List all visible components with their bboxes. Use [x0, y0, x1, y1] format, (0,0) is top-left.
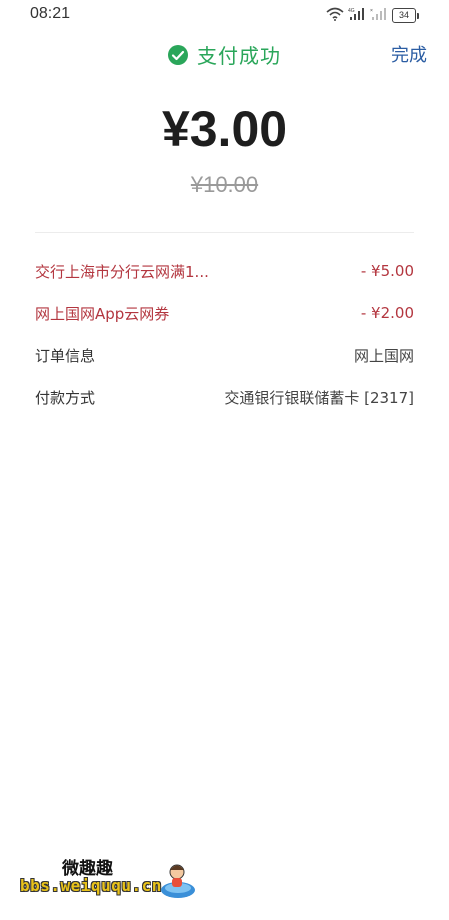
svg-text:×: ×: [370, 8, 373, 14]
detail-value: - ¥2.00: [360, 304, 414, 322]
done-button[interactable]: 完成: [391, 41, 427, 67]
detail-label: 订单信息: [35, 346, 96, 365]
detail-label: 网上国网App云网券: [35, 304, 170, 323]
signal-4g-icon: 4G: [348, 6, 366, 25]
page-title: 支付成功: [167, 40, 281, 69]
original-amount: ¥10.00: [190, 172, 259, 197]
status-icons: 4G × 34: [326, 6, 419, 25]
status-time: 08:21: [30, 5, 71, 22]
battery-icon: 34: [392, 8, 419, 23]
watermark: 微趣趣 bbs.weiququ.cn: [20, 854, 200, 904]
detail-label: 交行上海市分行云网满1...: [35, 262, 209, 281]
watermark-mascot-icon: [158, 858, 198, 900]
detail-label: 付款方式: [35, 388, 96, 407]
detail-row-order-info: 订单信息 网上国网: [35, 334, 414, 376]
detail-row-coupon-bank: 交行上海市分行云网满1... - ¥5.00: [35, 250, 414, 292]
detail-row-coupon-app: 网上国网App云网券 - ¥2.00: [35, 292, 414, 334]
divider: [35, 232, 414, 233]
watermark-url: bbs.weiququ.cn: [20, 876, 162, 895]
header: 支付成功 完成: [0, 38, 449, 72]
check-circle-icon: [167, 44, 189, 66]
signal-icon: ×: [370, 6, 388, 25]
detail-value: 网上国网: [353, 346, 414, 365]
payment-success-title: 支付成功: [197, 44, 281, 68]
status-bar: 08:21 4G × 34: [0, 0, 449, 30]
detail-value: 交通银行银联储蓄卡 [2317]: [224, 388, 414, 407]
detail-value: - ¥5.00: [360, 262, 414, 280]
paid-amount: ¥3.00: [161, 101, 288, 157]
wifi-icon: [326, 6, 344, 25]
svg-text:4G: 4G: [348, 8, 355, 14]
detail-row-payment-method: 付款方式 交通银行银联储蓄卡 [2317]: [35, 376, 414, 418]
payment-details: 交行上海市分行云网满1... - ¥5.00 网上国网App云网券 - ¥2.0…: [35, 250, 414, 418]
battery-level: 34: [392, 8, 416, 23]
